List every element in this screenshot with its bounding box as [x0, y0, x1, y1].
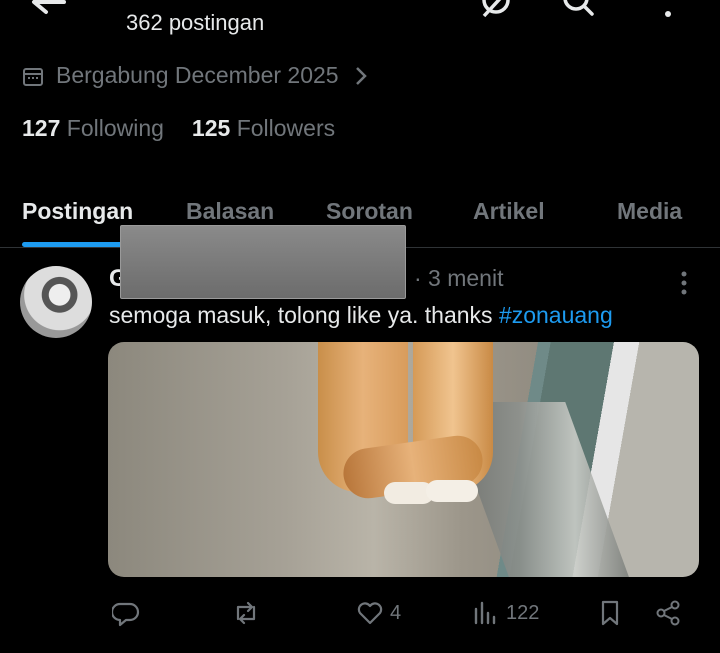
chevron-right-icon: [355, 66, 367, 85]
bookmark-button[interactable]: [596, 599, 624, 627]
views-icon: [474, 601, 496, 625]
avatar[interactable]: [20, 266, 92, 338]
views-button[interactable]: 122: [472, 599, 539, 627]
search-icon[interactable]: [560, 0, 596, 22]
hashtag-link[interactable]: #zonauang: [499, 302, 613, 328]
like-button[interactable]: 4: [356, 599, 401, 627]
redaction-overlay: [120, 225, 406, 299]
following-count: 127: [22, 115, 61, 141]
like-icon: [357, 602, 383, 625]
tab-postingan[interactable]: Postingan: [22, 198, 133, 225]
share-icon: [656, 600, 680, 626]
post-time: · 3 menit: [414, 265, 504, 291]
post-actions: 4 122: [0, 595, 720, 635]
post-count: 362 postingan: [126, 10, 265, 35]
bookmark-icon: [601, 600, 619, 626]
reply-button[interactable]: [112, 599, 140, 627]
image-cat-paw: [426, 480, 478, 502]
grok-icon[interactable]: [478, 0, 514, 22]
share-button[interactable]: [654, 599, 682, 627]
post-image[interactable]: [108, 342, 699, 577]
tab-media[interactable]: Media: [617, 198, 682, 225]
following-link[interactable]: 127 Following: [22, 115, 164, 142]
more-vertical-icon[interactable]: [650, 0, 686, 22]
repost-button[interactable]: [232, 599, 260, 627]
following-label: Following: [66, 115, 164, 141]
post-text: semoga masuk, tolong like ya. thanks #zo…: [109, 302, 613, 329]
like-count: 4: [390, 601, 402, 624]
joined-text: Bergabung December 2025: [56, 62, 339, 88]
followers-link[interactable]: 125 Followers: [192, 115, 335, 142]
calendar-icon: [23, 67, 43, 86]
view-count: 122: [506, 601, 540, 624]
reply-icon: [112, 602, 140, 627]
follow-stats: 127 Following 125 Followers: [22, 115, 335, 142]
tab-artikel[interactable]: Artikel: [473, 198, 545, 225]
joined-date[interactable]: Bergabung December 2025: [22, 62, 369, 89]
post[interactable]: G · 3 menit semoga masuk, tolong like ya…: [0, 225, 720, 653]
post-more-icon[interactable]: [678, 270, 690, 296]
followers-count: 125: [191, 115, 231, 141]
tab-balasan[interactable]: Balasan: [186, 198, 274, 225]
back-arrow-icon[interactable]: [28, 0, 68, 18]
repost-icon: [236, 601, 256, 625]
tab-sorotan[interactable]: Sorotan: [326, 198, 413, 225]
post-body: semoga masuk, tolong like ya. thanks: [109, 302, 493, 328]
top-bar: 362 postingan: [0, 0, 720, 44]
followers-label: Followers: [236, 115, 336, 141]
